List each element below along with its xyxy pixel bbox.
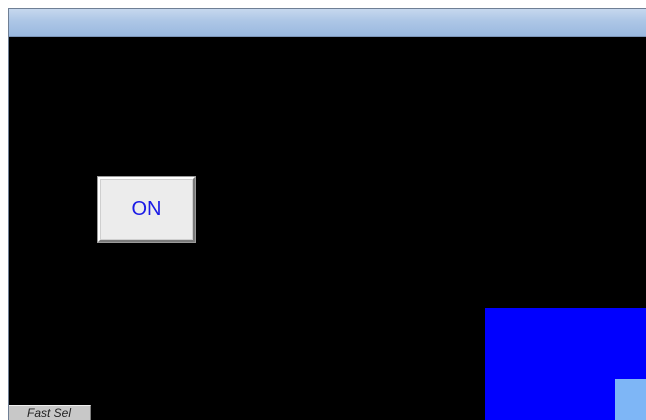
title-bar[interactable] [9, 9, 646, 37]
app-window: ON Fast Sel [8, 8, 646, 420]
blue-panel[interactable] [485, 308, 646, 420]
on-button[interactable]: ON [98, 177, 195, 242]
display-canvas: ON Fast Sel [9, 37, 646, 420]
fast-sel-button[interactable]: Fast Sel [9, 405, 91, 420]
light-blue-box[interactable] [615, 379, 646, 420]
